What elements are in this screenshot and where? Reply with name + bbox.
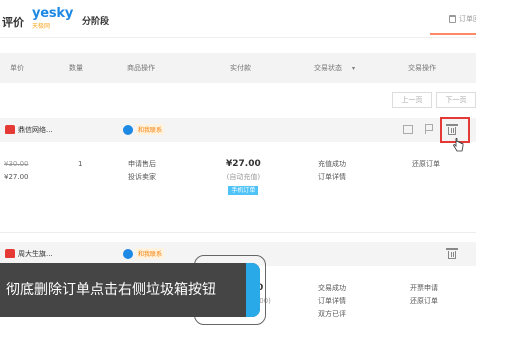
contact-seller-button[interactable]: 和我联系 <box>123 248 165 259</box>
column-actions: 交易操作 <box>408 64 436 72</box>
page-title-suffix: 分阶段 <box>82 17 110 27</box>
order-details-link[interactable]: 订单详情 <box>318 171 346 184</box>
review-status: 双方已评 <box>318 310 346 318</box>
shop-icon <box>5 125 15 134</box>
column-status: 交易状态 <box>314 64 342 72</box>
share-icon[interactable] <box>403 125 413 134</box>
restore-order-button[interactable]: 还原订单 <box>410 295 438 308</box>
orders-table-header: 单价 数量 商品操作 实付款 交易状态 ▾ 交易操作 <box>0 53 476 83</box>
shop-name[interactable]: 周大生旗... <box>18 249 53 259</box>
restore-order-button[interactable]: 还原订单 <box>412 158 440 171</box>
logo-subtext: 天极网 <box>32 23 51 30</box>
chevron-down-icon: ▾ <box>352 64 356 72</box>
status-filter-dropdown[interactable]: 交易状态 ▾ <box>314 63 355 73</box>
logo-text: yesky <box>32 6 74 21</box>
trade-status: 交易成功 <box>318 284 346 292</box>
order-details-link[interactable]: 订单详情 <box>318 295 346 308</box>
divider <box>0 37 476 38</box>
quantity: 1 <box>78 160 83 168</box>
unit-price: ¥27.00 <box>4 173 29 181</box>
apply-after-sale-link[interactable]: 申请售后 <box>128 158 156 171</box>
divider <box>0 232 476 233</box>
shop-name[interactable]: 鼎信网络... <box>18 125 53 135</box>
trade-status: 充值成功 <box>318 160 346 168</box>
contact-label: 和我联系 <box>136 124 165 135</box>
column-quantity: 数量 <box>69 64 83 72</box>
page-title-prefix: 评价 <box>2 16 24 29</box>
right-gutter <box>476 0 512 340</box>
paid-note: (自动充值) <box>226 173 261 181</box>
delete-order-trash-icon[interactable] <box>446 248 458 259</box>
trash-icon <box>449 15 456 23</box>
column-unit-price: 单价 <box>10 64 24 72</box>
chat-icon <box>123 248 133 259</box>
column-item-ops: 商品操作 <box>127 64 155 72</box>
column-paid: 实付款 <box>230 64 251 72</box>
invoice-request-link[interactable]: 开票申请 <box>410 282 438 295</box>
top-bar: 评价 yesky 天极网 分阶段 订单回收站 <box>0 0 512 40</box>
tutorial-caption-text: 彻底删除订单点击右侧垃圾箱按钮 <box>6 282 216 298</box>
prev-page-button[interactable]: 上一页 <box>392 92 432 108</box>
chat-icon <box>123 124 133 135</box>
contact-label: 和我联系 <box>136 248 165 259</box>
flag-icon[interactable] <box>425 124 433 134</box>
pager: 上一页 下一页 <box>392 92 476 108</box>
order-header: 鼎信网络... 和我联系 <box>0 118 476 142</box>
contact-seller-button[interactable]: 和我联系 <box>123 124 165 135</box>
original-price: ¥30.00 <box>4 160 29 168</box>
tutorial-caption: 彻底删除订单点击右侧垃圾箱按钮 <box>0 263 260 317</box>
paid-amount: ¥27.00 <box>226 159 261 169</box>
yesky-logo: yesky 天极网 <box>28 6 82 30</box>
caption-accent-bar <box>246 263 260 317</box>
shop-icon <box>5 249 15 258</box>
complain-seller-link[interactable]: 投诉卖家 <box>128 171 156 184</box>
mobile-order-badge: 手机订单 <box>228 186 259 195</box>
next-page-button[interactable]: 下一页 <box>436 92 476 108</box>
order-row: ¥30.00 ¥27.00 1 申请售后 投诉卖家 ¥27.00 (自动充值) … <box>0 150 476 220</box>
